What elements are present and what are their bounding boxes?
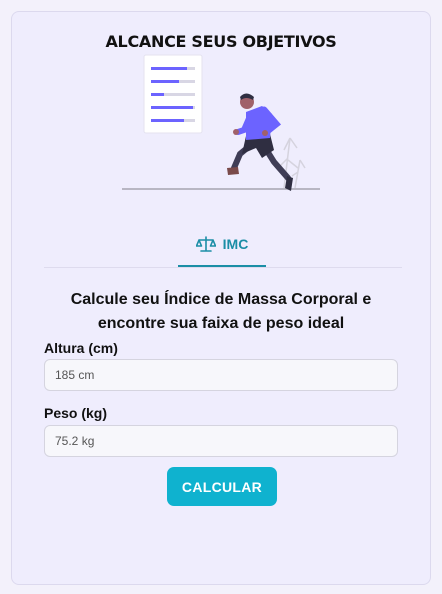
height-label: Altura (cm) (44, 340, 118, 356)
tab-bar: IMC (44, 222, 402, 268)
height-input[interactable] (44, 359, 398, 391)
page-title: ALCANCE SEUS OBJETIVOS (105, 32, 337, 51)
calculate-button[interactable]: CALCULAR (167, 467, 277, 506)
imc-card: ALCANCE SEUS OBJETIVOS IMC Calcule seu Í… (11, 11, 431, 585)
weight-input[interactable] (44, 425, 398, 457)
runner-illustration (122, 54, 320, 191)
tab-imc[interactable]: IMC (178, 222, 266, 267)
weight-label: Peso (kg) (44, 405, 108, 421)
scale-icon (195, 235, 216, 252)
form-intro: Calcule seu Índice de Massa Corporal e e… (70, 291, 372, 332)
tab-imc-label: IMC (222, 235, 249, 252)
